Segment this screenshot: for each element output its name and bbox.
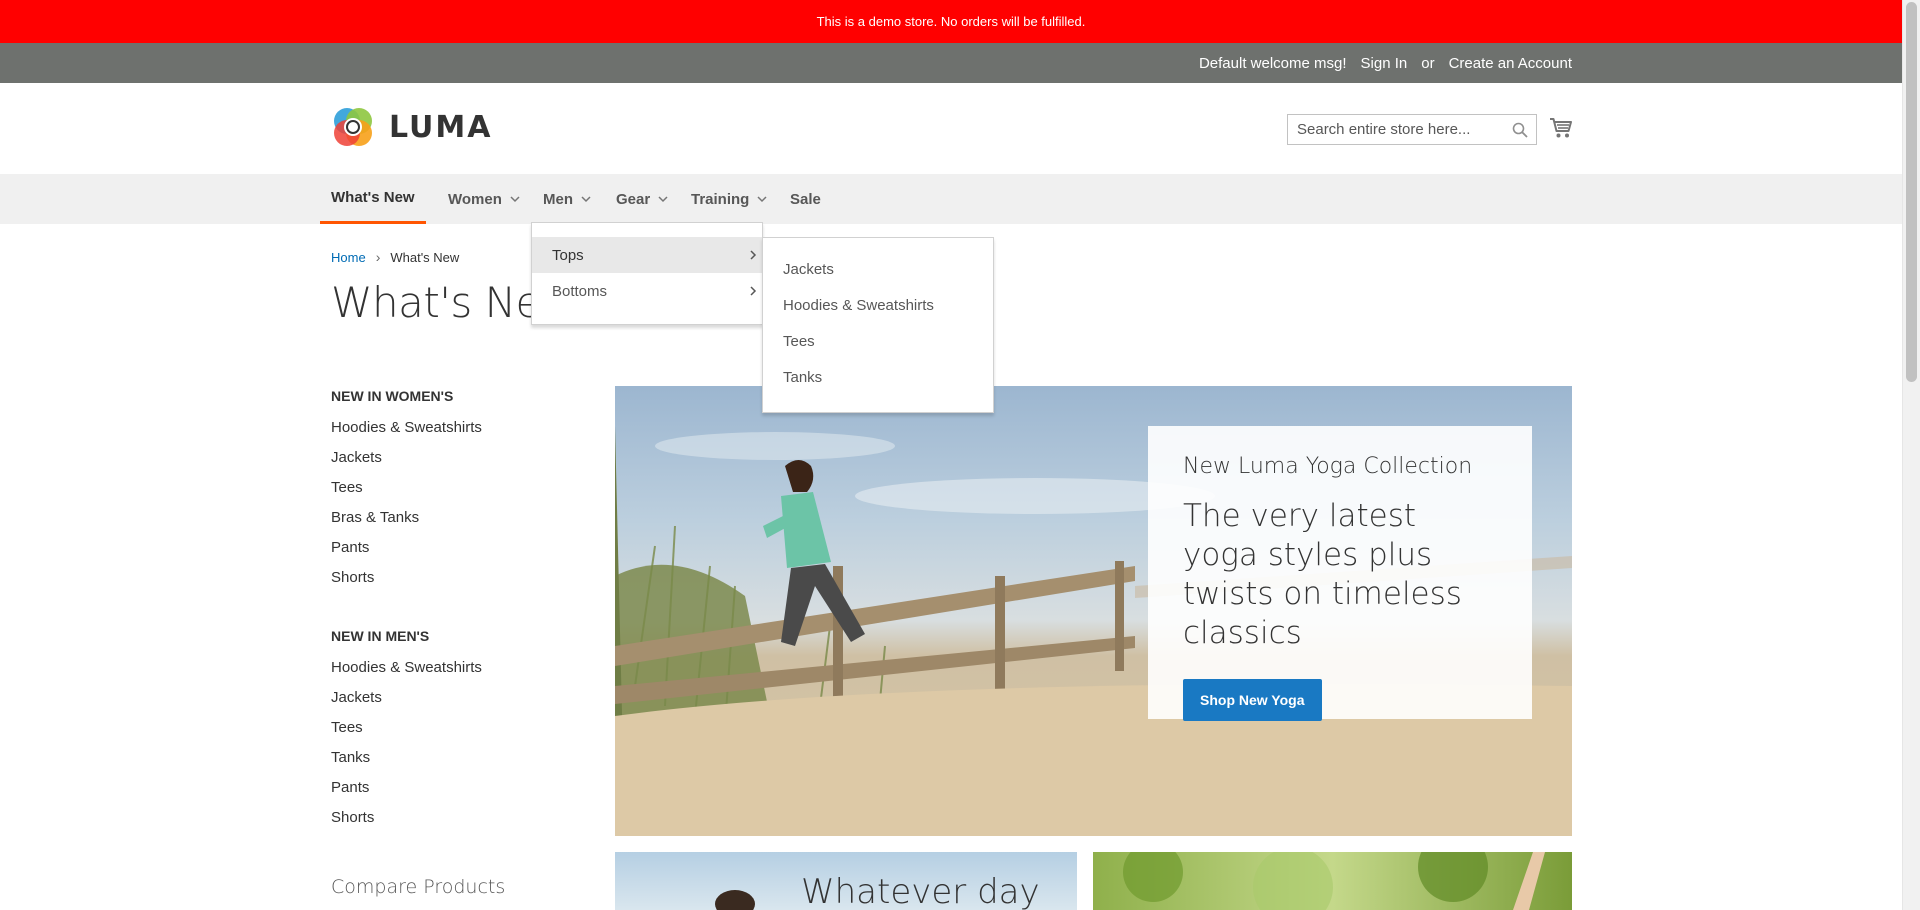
- cart-icon[interactable]: [1549, 117, 1573, 139]
- men-tops-jackets[interactable]: Jackets: [763, 251, 993, 287]
- men-menu-tops-label: Tops: [552, 246, 584, 264]
- men-new-title: NEW IN MEN'S: [331, 628, 430, 644]
- or-text: or: [1421, 54, 1435, 72]
- nav-sale[interactable]: Sale: [790, 174, 821, 224]
- nav-gear[interactable]: Gear: [616, 174, 668, 224]
- men-link-jackets[interactable]: Jackets: [331, 686, 581, 716]
- panel-header: Default welcome msg! Sign In or Create a…: [0, 43, 1902, 83]
- sidebar: NEW IN WOMEN'S Hoodies & Sweatshirts Jac…: [331, 386, 581, 836]
- chevron-right-icon: [750, 286, 757, 296]
- compare-products-title: Compare Products: [331, 876, 506, 898]
- luma-logo-icon: [334, 108, 372, 146]
- demo-notice-text: This is a demo store. No orders will be …: [816, 14, 1086, 29]
- breadcrumb-separator: ›: [375, 249, 381, 265]
- scrollbar-thumb[interactable]: [1906, 2, 1917, 382]
- breadcrumb-current: What's New: [390, 249, 460, 265]
- hero-content-card: New Luma Yoga Collection The very latest…: [1148, 426, 1532, 721]
- sign-in-link[interactable]: Sign In: [1361, 55, 1408, 72]
- men-tops-tanks[interactable]: Tanks: [763, 359, 993, 395]
- nav-training-label: Training: [691, 190, 750, 208]
- welcome-message: Default welcome msg!: [1198, 54, 1347, 72]
- men-tops-flyout-menu: Jackets Hoodies & Sweatshirts Tees Tanks: [762, 237, 994, 413]
- breadcrumb-home[interactable]: Home: [331, 250, 366, 265]
- men-dropdown-menu: Tops Bottoms: [531, 222, 763, 325]
- women-link-jackets[interactable]: Jackets: [331, 446, 581, 476]
- men-link-tanks[interactable]: Tanks: [331, 746, 581, 776]
- men-link-tees[interactable]: Tees: [331, 716, 581, 746]
- nav-women[interactable]: Women: [448, 174, 520, 224]
- main-navigation: What's New Women Men Gear Training Sale: [0, 174, 1902, 224]
- search-icon[interactable]: [1512, 122, 1528, 138]
- nav-women-label: Women: [448, 190, 502, 208]
- men-link-pants[interactable]: Pants: [331, 776, 581, 806]
- promo-right-photo: [1123, 852, 1545, 910]
- women-new-group: NEW IN WOMEN'S Hoodies & Sweatshirts Jac…: [331, 386, 581, 596]
- chevron-down-icon: [757, 196, 767, 203]
- women-link-tees[interactable]: Tees: [331, 476, 581, 506]
- hero-banner[interactable]: New Luma Yoga Collection The very latest…: [615, 386, 1572, 836]
- nav-sale-label: Sale: [790, 190, 821, 208]
- shop-new-yoga-button[interactable]: Shop New Yoga: [1183, 679, 1322, 721]
- demo-store-notice: This is a demo store. No orders will be …: [0, 0, 1902, 43]
- chevron-down-icon: [581, 196, 591, 203]
- men-menu-bottoms-label: Bottoms: [552, 282, 608, 300]
- hero-kicker: New Luma Yoga Collection: [1183, 454, 1473, 479]
- logo[interactable]: LUMA: [331, 105, 492, 149]
- nav-gear-label: Gear: [616, 190, 651, 208]
- women-link-shorts[interactable]: Shorts: [331, 566, 581, 596]
- search-input[interactable]: [1288, 115, 1508, 144]
- promo-banner-right[interactable]: [1093, 852, 1572, 910]
- promo-banner-left[interactable]: Whatever day: [615, 852, 1077, 910]
- men-tops-tees[interactable]: Tees: [763, 323, 993, 359]
- chevron-right-icon: [750, 250, 757, 260]
- nav-men[interactable]: Men: [543, 174, 591, 224]
- create-account-link[interactable]: Create an Account: [1449, 55, 1572, 72]
- header: LUMA: [0, 83, 1902, 174]
- nav-whats-new[interactable]: What's New: [320, 174, 426, 224]
- men-menu-bottoms[interactable]: Bottoms: [532, 273, 762, 309]
- men-menu-tops[interactable]: Tops: [532, 237, 762, 273]
- men-link-hoodies[interactable]: Hoodies & Sweatshirts: [331, 656, 581, 686]
- nav-men-label: Men: [543, 190, 573, 208]
- men-new-group: NEW IN MEN'S Hoodies & Sweatshirts Jacke…: [331, 626, 581, 836]
- nav-whats-new-label: What's New: [331, 189, 415, 206]
- women-new-title: NEW IN WOMEN'S: [331, 388, 454, 404]
- women-link-bras-tanks[interactable]: Bras & Tanks: [331, 506, 581, 536]
- men-tops-hoodies[interactable]: Hoodies & Sweatshirts: [763, 287, 993, 323]
- vertical-scrollbar[interactable]: [1902, 0, 1920, 910]
- hero-headline: The very latest yoga styles plus twists …: [1183, 498, 1462, 651]
- chevron-down-icon: [658, 196, 668, 203]
- search-box: [1287, 114, 1537, 145]
- women-link-hoodies[interactable]: Hoodies & Sweatshirts: [331, 416, 581, 446]
- logo-text: LUMA: [389, 109, 493, 145]
- women-link-pants[interactable]: Pants: [331, 536, 581, 566]
- chevron-down-icon: [510, 196, 520, 203]
- promo-left-text: Whatever day: [801, 872, 1040, 910]
- breadcrumb: Home › What's New: [331, 249, 459, 265]
- nav-training[interactable]: Training: [691, 174, 767, 224]
- men-link-shorts[interactable]: Shorts: [331, 806, 581, 836]
